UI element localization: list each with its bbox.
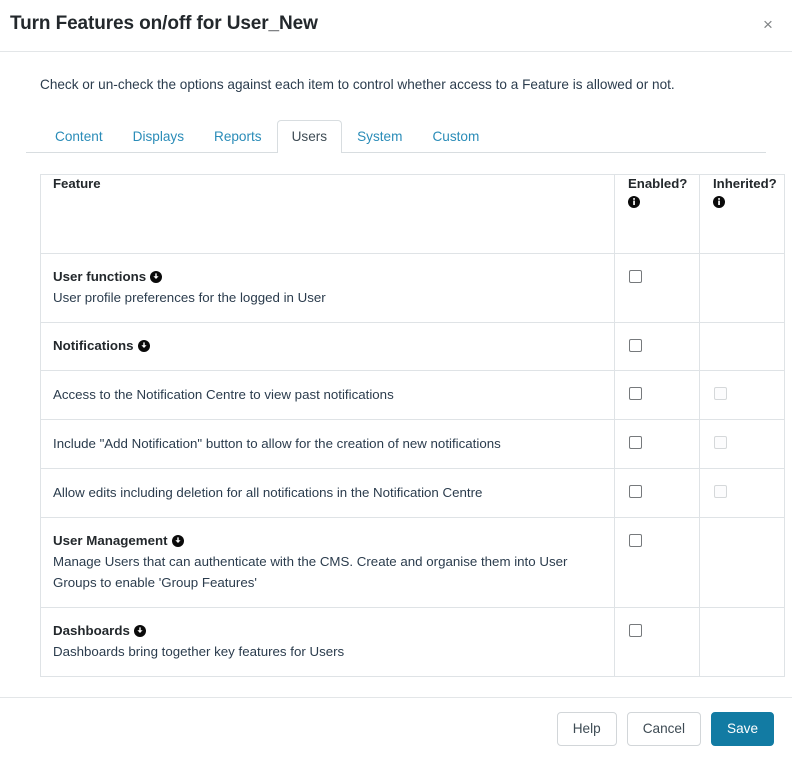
enabled-checkbox[interactable] [629, 624, 642, 637]
inherited-cell [699, 517, 785, 608]
close-icon[interactable]: × [755, 12, 781, 38]
tab-users[interactable]: Users [276, 120, 343, 153]
inherited-cell [699, 253, 785, 323]
cancel-button[interactable]: Cancel [626, 712, 702, 746]
info-icon[interactable] [713, 196, 725, 208]
chevron-circle-down-icon[interactable] [171, 533, 184, 547]
enabled-cell [614, 370, 700, 420]
inherited-checkbox [714, 387, 727, 400]
save-button[interactable]: Save [711, 712, 774, 746]
inherited-cell [699, 419, 785, 469]
tab-displays[interactable]: Displays [118, 120, 199, 153]
enabled-cell [614, 517, 700, 608]
column-header-inherited: Inherited? [699, 174, 785, 254]
tab-content[interactable]: Content [40, 120, 118, 153]
enabled-checkbox[interactable] [629, 485, 642, 498]
features-table-container: Feature Enabled? Inherited? User functio… [26, 153, 785, 677]
info-icon[interactable] [628, 196, 640, 208]
table-row: Allow edits including deletion for all n… [40, 468, 785, 518]
inherited-cell [699, 370, 785, 420]
table-row: Access to the Notification Centre to vie… [40, 370, 785, 420]
table-row: Include "Add Notification" button to all… [40, 419, 785, 469]
tab-reports[interactable]: Reports [199, 120, 277, 153]
tab-system[interactable]: System [342, 120, 417, 153]
feature-cell: User functions User profile preferences f… [40, 253, 615, 323]
feature-description: Dashboards bring together key features f… [53, 644, 345, 659]
column-header-feature-label: Feature [53, 176, 101, 191]
feature-cell: Allow edits including deletion for all n… [40, 468, 615, 518]
help-button[interactable]: Help [556, 712, 617, 746]
feature-description: Access to the Notification Centre to vie… [53, 387, 394, 402]
inherited-cell [699, 607, 785, 677]
table-header-row: Feature Enabled? Inherited? [40, 174, 785, 254]
modal-header: Turn Features on/off for User_New × [0, 0, 792, 52]
feature-cell: Access to the Notification Centre to vie… [40, 370, 615, 420]
column-header-feature: Feature [40, 174, 615, 254]
feature-title: User Management [53, 531, 602, 550]
column-header-enabled-label: Enabled? [628, 176, 688, 191]
feature-cell: Dashboards Dashboards bring together key … [40, 607, 615, 677]
feature-cell: Notifications [40, 322, 615, 371]
table-row: User Management Manage Users that can aut… [40, 517, 785, 608]
feature-cell: Include "Add Notification" button to all… [40, 419, 615, 469]
inherited-cell [699, 322, 785, 371]
feature-description: Manage Users that can authenticate with … [53, 554, 568, 590]
feature-cell: User Management Manage Users that can aut… [40, 517, 615, 608]
enabled-cell [614, 253, 700, 323]
enabled-checkbox[interactable] [629, 534, 642, 547]
modal-body: Check or un-check the options against ea… [0, 52, 792, 697]
feature-title: Dashboards [53, 621, 602, 640]
enabled-cell [614, 322, 700, 371]
tab-bar: Content Displays Reports Users System Cu… [26, 120, 766, 153]
enabled-checkbox[interactable] [629, 270, 642, 283]
enabled-checkbox[interactable] [629, 387, 642, 400]
inherited-checkbox [714, 485, 727, 498]
chevron-circle-down-icon[interactable] [133, 623, 146, 637]
table-head: Feature Enabled? Inherited? [40, 174, 785, 254]
enabled-cell [614, 419, 700, 469]
intro-text: Check or un-check the options against ea… [40, 77, 675, 92]
feature-description: User profile preferences for the logged … [53, 290, 326, 305]
modal-footer: Help Cancel Save [0, 697, 792, 760]
table-row: Dashboards Dashboards bring together key … [40, 607, 785, 677]
column-header-inherited-label: Inherited? [713, 176, 777, 191]
feature-title: User functions [53, 267, 602, 286]
page-title: Turn Features on/off for User_New [10, 13, 318, 34]
enabled-checkbox[interactable] [629, 436, 642, 449]
tab-custom[interactable]: Custom [417, 120, 494, 153]
enabled-checkbox[interactable] [629, 339, 642, 352]
feature-title: Notifications [53, 336, 602, 355]
table-body: User functions User profile preferences f… [40, 253, 785, 677]
enabled-cell [614, 607, 700, 677]
feature-description: Include "Add Notification" button to all… [53, 436, 501, 451]
inherited-cell [699, 468, 785, 518]
enabled-cell [614, 468, 700, 518]
table-row: User functions User profile preferences f… [40, 253, 785, 323]
features-table: Feature Enabled? Inherited? User functio… [40, 174, 785, 677]
table-row: Notifications [40, 322, 785, 371]
feature-toggle-modal: Turn Features on/off for User_New × Chec… [0, 0, 792, 760]
chevron-circle-down-icon[interactable] [137, 338, 150, 352]
column-header-enabled: Enabled? [614, 174, 700, 254]
feature-description: Allow edits including deletion for all n… [53, 485, 483, 500]
chevron-circle-down-icon[interactable] [150, 269, 163, 283]
inherited-checkbox [714, 436, 727, 449]
